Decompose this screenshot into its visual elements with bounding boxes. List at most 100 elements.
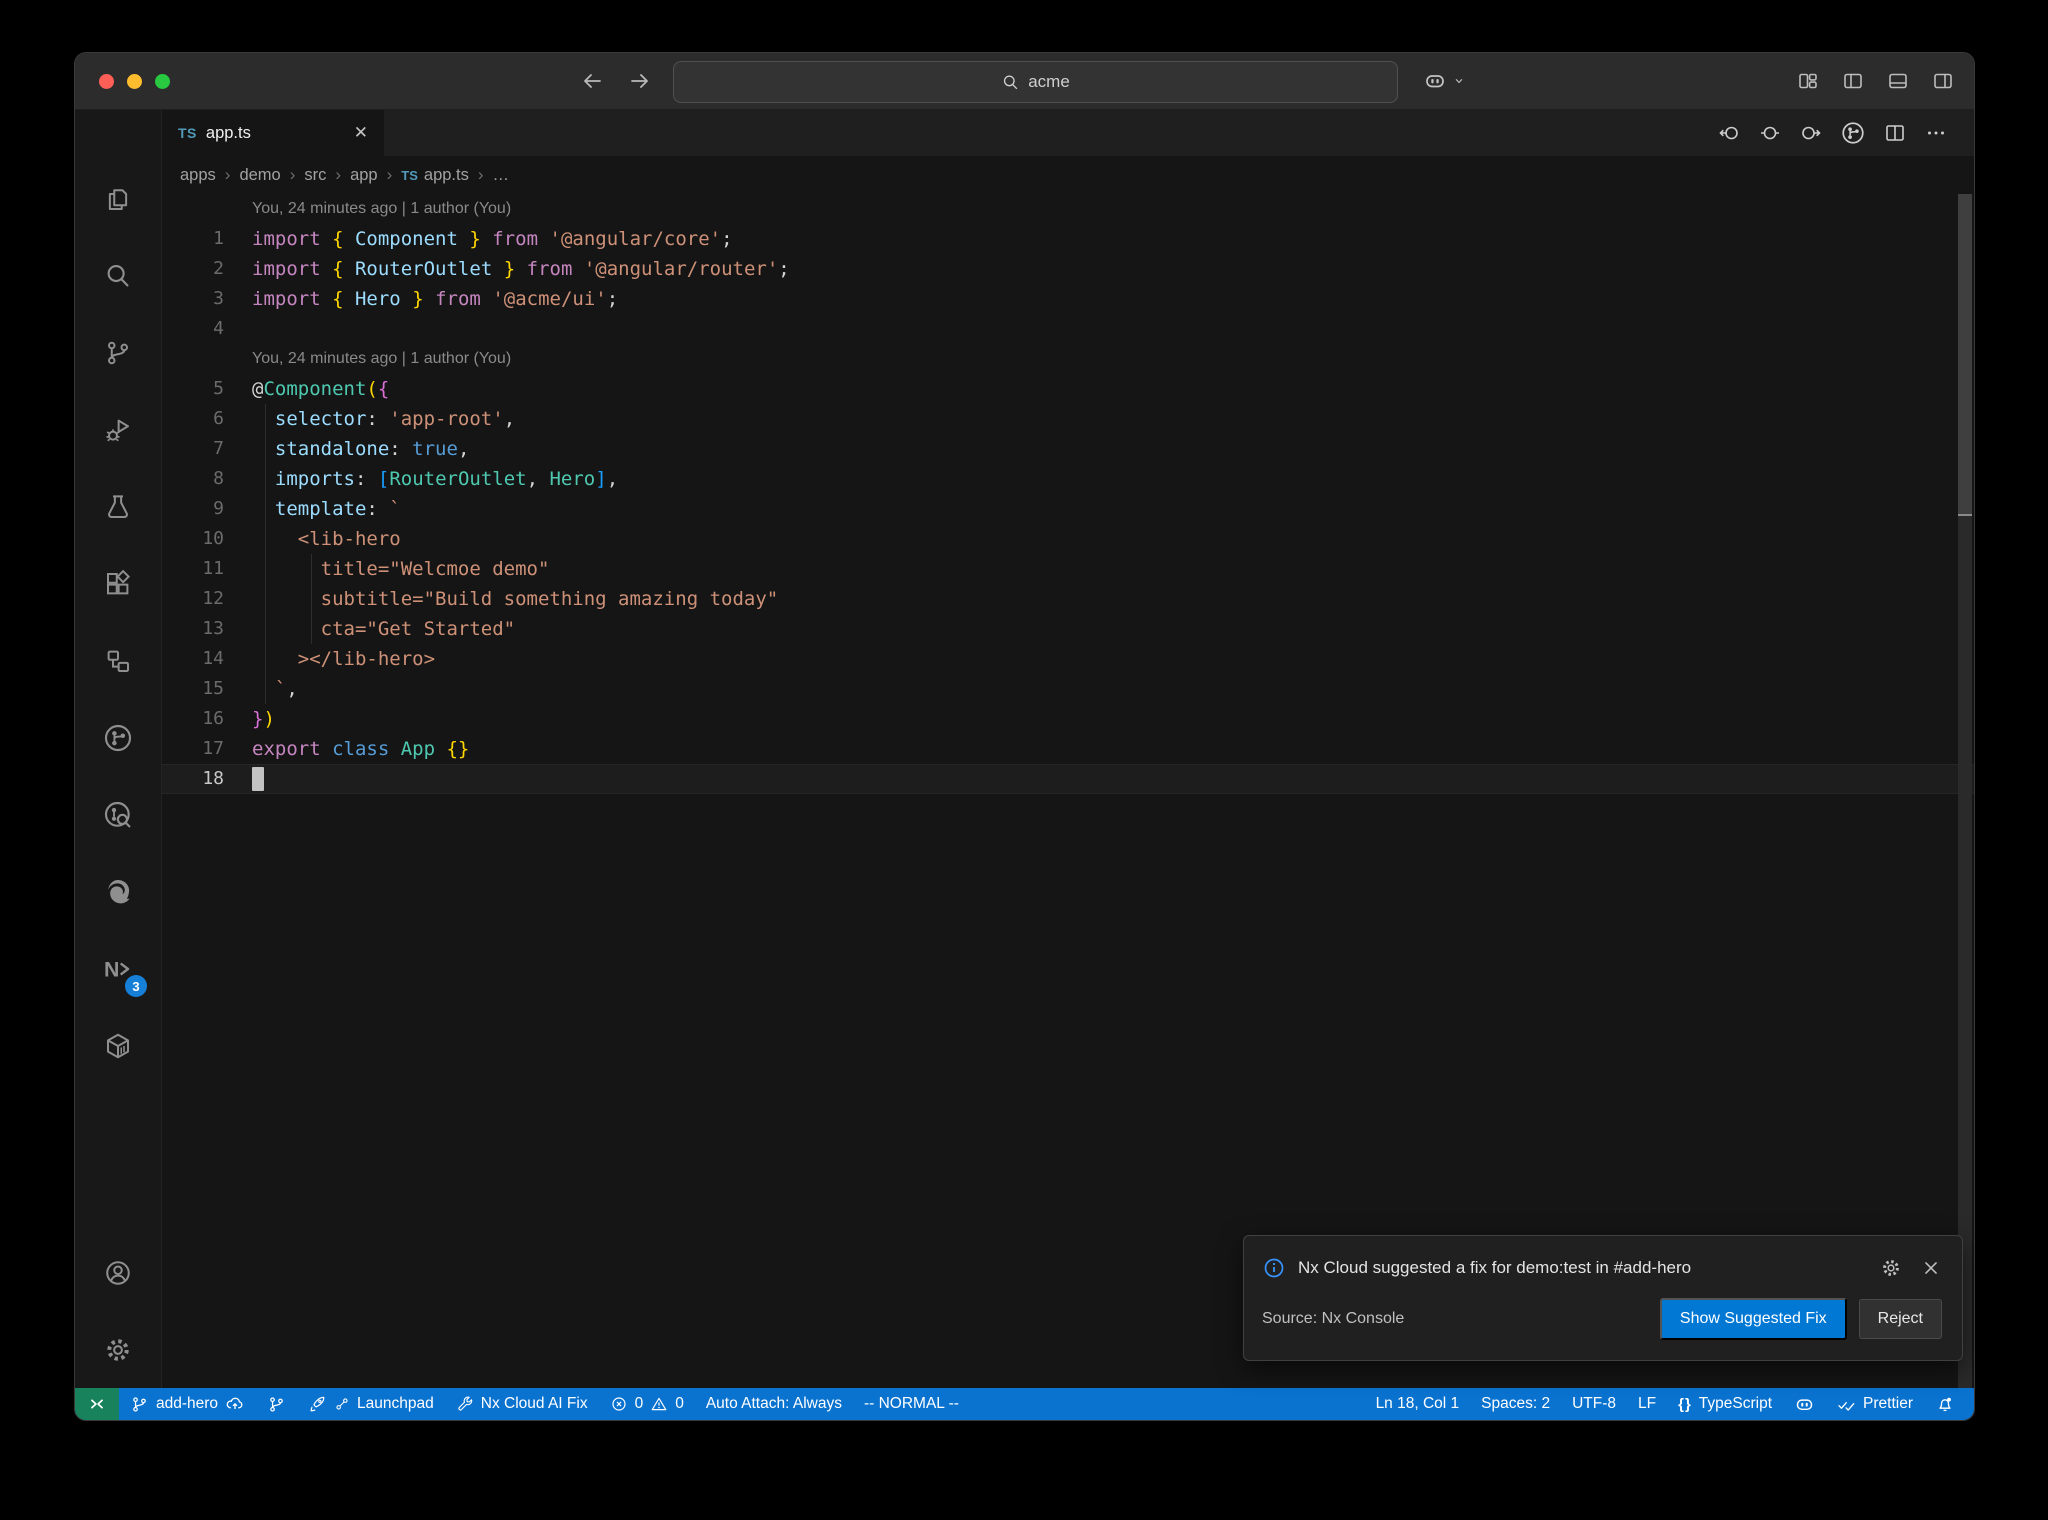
copilot-icon[interactable] [1423,69,1447,93]
code-line-18[interactable]: 18 [162,764,1974,794]
line-number[interactable]: 10 [162,524,252,554]
editor-scrollbar[interactable] [1958,194,1972,1388]
launchpad-status[interactable]: Launchpad [297,1388,445,1420]
eol-status[interactable]: LF [1627,1388,1667,1420]
line-number[interactable]: 6 [162,404,252,434]
code-line-16[interactable]: 16}) [162,704,1974,734]
split-editor-icon[interactable] [1883,121,1907,145]
notification-settings-icon[interactable] [1880,1257,1902,1279]
sidebar-item-testing[interactable] [75,468,161,545]
language-mode-status[interactable]: {} TypeScript [1667,1388,1783,1420]
history-back-button[interactable] [580,69,604,93]
command-center-search[interactable]: acme [673,61,1398,103]
sidebar-item-gitlens-inspect[interactable] [75,776,161,853]
toggle-secondary-sidebar-button[interactable] [1931,69,1955,93]
more-actions-icon[interactable] [1924,121,1948,145]
line-number[interactable] [162,194,252,224]
breadcrumb-item-src[interactable]: src [304,166,326,185]
zoom-window-button[interactable] [155,73,170,89]
line-number[interactable]: 1 [162,224,252,254]
line-number[interactable]: 18 [162,764,252,794]
line-number[interactable]: 13 [162,614,252,644]
chevron-down-icon[interactable] [1451,73,1467,89]
line-number[interactable]: 15 [162,674,252,704]
sidebar-item-nx-console[interactable]: 3 [75,930,161,1007]
code-line-10[interactable]: 10 <lib-hero [162,524,1974,554]
blame-annotation[interactable]: You, 24 minutes ago | 1 author (You) [162,344,1974,374]
sidebar-item-run-debug[interactable] [75,391,161,468]
minimize-window-button[interactable] [127,73,142,89]
line-number[interactable]: 3 [162,284,252,314]
sidebar-item-edge-tools[interactable] [75,853,161,930]
code-line-3[interactable]: 3 import { Hero } from '@acme/ui'; [162,284,1974,314]
code-line-1[interactable]: 1 import { Component } from '@angular/cor… [162,224,1974,254]
line-number[interactable]: 5 [162,374,252,404]
notification-close-icon[interactable] [1920,1257,1942,1279]
sidebar-item-git-graph[interactable] [75,699,161,776]
sidebar-item-containers[interactable] [75,1007,161,1084]
problems-status[interactable]: 0 0 [599,1388,695,1420]
remote-indicator[interactable] [75,1388,119,1420]
code-line-12[interactable]: 12 subtitle="Build something amazing tod… [162,584,1974,614]
sidebar-item-search[interactable] [75,237,161,314]
code-line-6[interactable]: 6 selector: 'app-root', [162,404,1974,434]
breadcrumb-item-demo[interactable]: demo [239,166,280,185]
sidebar-item-accounts[interactable] [75,1234,161,1311]
line-number[interactable] [162,344,252,374]
breadcrumb-item-appts[interactable]: TS app.ts [401,166,469,185]
nav-location-icon[interactable] [1758,121,1782,145]
code-line-13[interactable]: 13 cta="Get Started" [162,614,1974,644]
blame-annotation[interactable]: You, 24 minutes ago | 1 author (You) [162,194,1974,224]
tab-app-ts[interactable]: TS app.ts ✕ [162,110,384,156]
line-number[interactable]: 17 [162,734,252,764]
code-line-2[interactable]: 2 import { RouterOutlet } from '@angular/… [162,254,1974,284]
nav-back-icon[interactable] [1717,121,1741,145]
line-number[interactable]: 9 [162,494,252,524]
scrollbar-thumb[interactable] [1958,194,1972,514]
line-number[interactable]: 4 [162,314,252,344]
indentation-status[interactable]: Spaces: 2 [1470,1388,1561,1420]
show-suggested-fix-button[interactable]: Show Suggested Fix [1659,1298,1847,1340]
line-number[interactable]: 2 [162,254,252,284]
git-graph-toolbar-icon[interactable] [1840,120,1866,146]
sidebar-item-explorer[interactable] [75,160,161,237]
code-line-14[interactable]: 14 ></lib-hero> [162,644,1974,674]
line-number[interactable]: 7 [162,434,252,464]
notifications-bell[interactable] [1924,1388,1966,1420]
reject-button[interactable]: Reject [1858,1299,1942,1339]
code-line-9[interactable]: 9 template: ` [162,494,1974,524]
formatter-status[interactable]: Prettier [1826,1388,1924,1420]
line-number[interactable]: 16 [162,704,252,734]
vim-mode-status[interactable]: -- NORMAL -- [853,1388,970,1420]
encoding-status[interactable]: UTF-8 [1561,1388,1627,1420]
code-line-4[interactable]: 4 [162,314,1974,344]
customize-layout-button[interactable] [1796,69,1820,93]
sidebar-item-settings[interactable] [75,1311,161,1388]
tab-close-icon[interactable]: ✕ [354,123,368,143]
breadcrumb-item-apps[interactable]: apps [180,166,216,185]
breadcrumb-item-app[interactable]: app [350,166,378,185]
breadcrumb-item-[interactable]: … [493,166,510,185]
copilot-status[interactable] [1783,1388,1826,1420]
code-line-11[interactable]: 11 title="Welcmoe demo" [162,554,1974,584]
line-number[interactable]: 11 [162,554,252,584]
sidebar-item-extensions[interactable] [75,545,161,622]
code-line-5[interactable]: 5 @Component({ [162,374,1974,404]
cursor-position-status[interactable]: Ln 18, Col 1 [1365,1388,1471,1420]
code-line-7[interactable]: 7 standalone: true, [162,434,1974,464]
git-branch-status[interactable]: add-hero [119,1388,256,1420]
line-number[interactable]: 8 [162,464,252,494]
code-line-8[interactable]: 8 imports: [RouterOutlet, Hero], [162,464,1974,494]
line-number[interactable]: 14 [162,644,252,674]
source-control-graph-status[interactable] [256,1388,297,1420]
toggle-panel-button[interactable] [1886,69,1910,93]
nx-cloud-fix-status[interactable]: Nx Cloud AI Fix [445,1388,599,1420]
close-window-button[interactable] [99,73,114,89]
auto-attach-status[interactable]: Auto Attach: Always [695,1388,853,1420]
line-number[interactable]: 12 [162,584,252,614]
code-line-15[interactable]: 15 `, [162,674,1974,704]
nav-forward-icon[interactable] [1799,121,1823,145]
toggle-primary-sidebar-button[interactable] [1841,69,1865,93]
sidebar-item-project-structure[interactable] [75,622,161,699]
history-forward-button[interactable] [628,69,652,93]
